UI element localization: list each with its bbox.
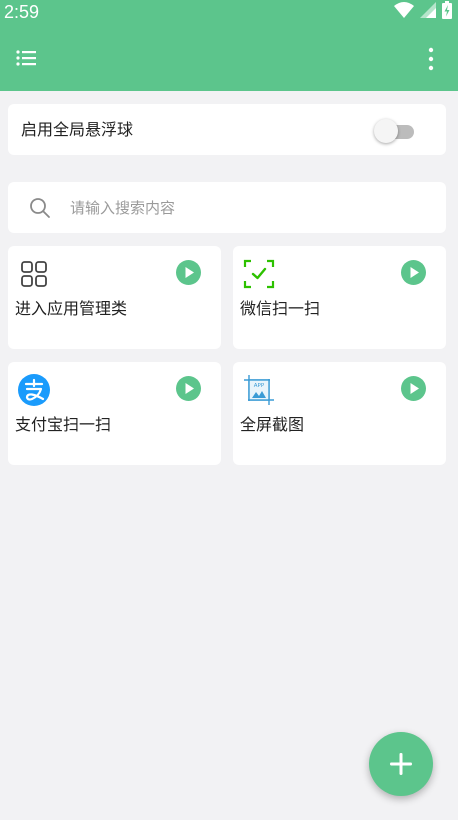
add-button[interactable] bbox=[369, 732, 433, 796]
play-icon[interactable] bbox=[401, 376, 426, 401]
play-icon[interactable] bbox=[401, 260, 426, 285]
battery-icon bbox=[442, 1, 452, 23]
tile-label: 微信扫一扫 bbox=[240, 299, 321, 318]
tile-alipay-scan[interactable]: 支付宝扫一扫 bbox=[8, 362, 221, 465]
search-icon bbox=[28, 196, 52, 220]
wifi-icon bbox=[394, 2, 414, 22]
alipay-icon bbox=[18, 374, 50, 406]
menu-button[interactable] bbox=[12, 45, 42, 71]
screenshot-icon: APP bbox=[243, 374, 275, 406]
tile-app-management[interactable]: 进入应用管理类 bbox=[8, 246, 221, 349]
status-bar: 2:59 bbox=[0, 0, 458, 24]
play-icon[interactable] bbox=[176, 376, 201, 401]
search-bar bbox=[8, 182, 446, 233]
app-bar bbox=[0, 24, 458, 91]
tile-full-screenshot[interactable]: APP 全屏截图 bbox=[233, 362, 446, 465]
global-float-label: 启用全局悬浮球 bbox=[21, 120, 134, 139]
more-options-button[interactable] bbox=[418, 44, 444, 74]
tile-label: 进入应用管理类 bbox=[15, 299, 128, 318]
more-vert-icon bbox=[418, 47, 444, 78]
global-float-card: 启用全局悬浮球 bbox=[8, 104, 446, 155]
play-icon[interactable] bbox=[176, 260, 201, 285]
signal-icon bbox=[420, 2, 436, 22]
svg-text:APP: APP bbox=[254, 383, 265, 389]
global-float-switch[interactable] bbox=[374, 119, 420, 143]
switch-thumb bbox=[374, 119, 398, 143]
tile-label: 支付宝扫一扫 bbox=[15, 415, 112, 434]
status-icons bbox=[394, 1, 452, 23]
status-time: 2:59 bbox=[4, 2, 40, 22]
menu-list-icon bbox=[12, 50, 42, 75]
search-input[interactable] bbox=[70, 193, 430, 223]
wechat-scan-icon bbox=[243, 258, 275, 290]
tile-wechat-scan[interactable]: 微信扫一扫 bbox=[233, 246, 446, 349]
tile-label: 全屏截图 bbox=[240, 415, 305, 434]
apps-grid-icon bbox=[18, 258, 50, 290]
